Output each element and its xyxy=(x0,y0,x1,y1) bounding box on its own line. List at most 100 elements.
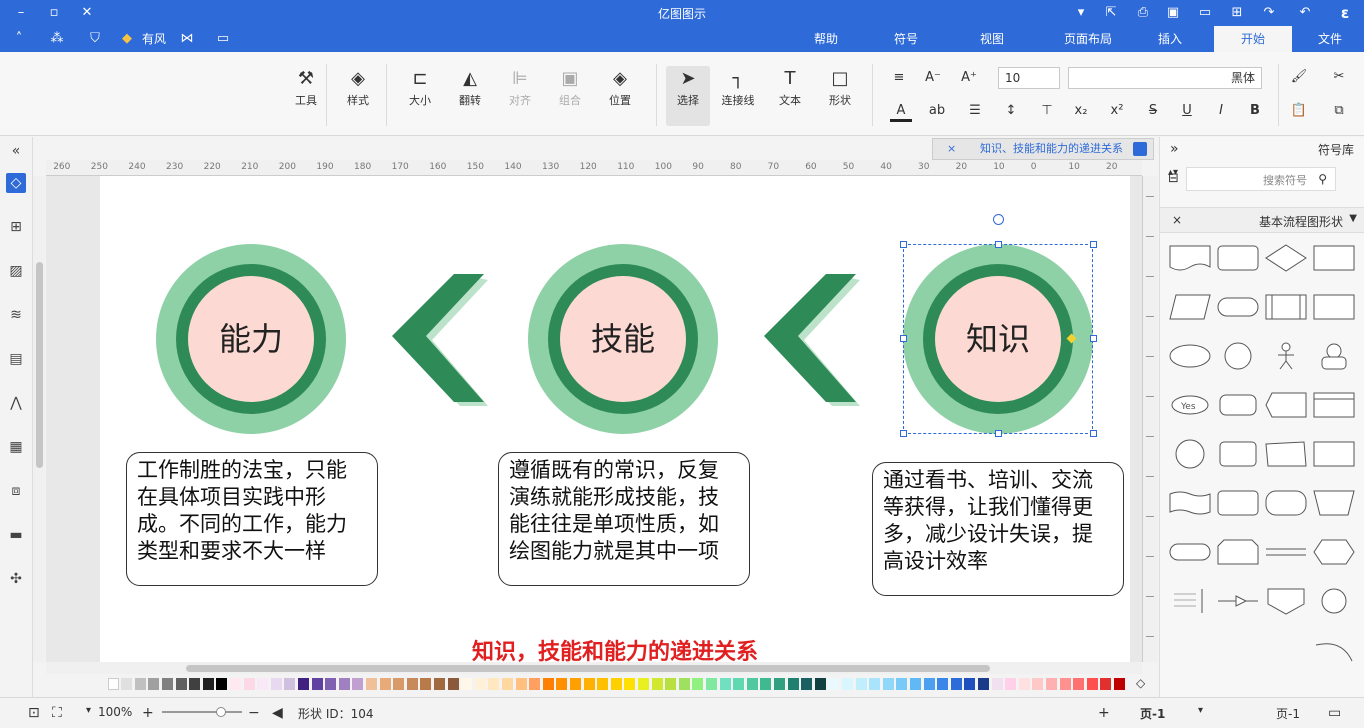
share-icon[interactable]: ⋈ xyxy=(178,30,196,48)
close-section-icon[interactable]: × xyxy=(1172,213,1182,227)
color-swatch[interactable] xyxy=(651,678,663,690)
flip-button[interactable]: ◭ 翻转 xyxy=(448,66,492,126)
brand-label[interactable]: 有风 xyxy=(136,26,172,52)
document-tab[interactable]: × 知识、技能和能力的递进关系 xyxy=(932,138,1154,160)
close-icon[interactable]: ✕ xyxy=(78,4,96,22)
color-swatch[interactable] xyxy=(787,678,799,690)
color-swatch[interactable] xyxy=(529,678,541,690)
resize-handle[interactable] xyxy=(995,241,1002,248)
color-swatch[interactable] xyxy=(733,678,745,690)
circle-skill[interactable]: 技能 xyxy=(528,244,718,434)
resize-handle[interactable] xyxy=(900,241,907,248)
library-shape[interactable] xyxy=(1168,586,1212,616)
library-shape[interactable] xyxy=(1312,341,1356,371)
library-shape[interactable] xyxy=(1168,537,1212,567)
color-swatch[interactable] xyxy=(896,678,908,690)
color-swatch[interactable] xyxy=(474,678,486,690)
page-selector[interactable]: 页-1 xyxy=(1276,705,1300,722)
color-swatch[interactable] xyxy=(814,678,826,690)
comment-icon[interactable]: ▭ xyxy=(214,30,232,48)
collapse-ribbon-icon[interactable]: ˄ xyxy=(10,30,28,48)
color-swatch[interactable] xyxy=(964,678,976,690)
superscript-icon[interactable]: x² xyxy=(1106,100,1128,122)
drawing-canvas[interactable]: 知识 技能 能力 通过看书、培训、交流等获得，让我们懂得更多，减少设计失误，提高… xyxy=(46,176,1142,662)
italic-icon[interactable]: I xyxy=(1210,100,1232,122)
group-button[interactable]: ▣ 组合 xyxy=(548,66,592,126)
tools-button[interactable]: ⚒ 工具 xyxy=(284,66,328,126)
fill-color-icon[interactable]: ◇ xyxy=(1136,676,1145,690)
copy-icon[interactable]: ⧉ xyxy=(1328,100,1350,122)
text-button[interactable]: T 文本 xyxy=(768,66,812,126)
library-shape[interactable] xyxy=(1264,341,1308,371)
bullets-icon[interactable]: ☰ xyxy=(964,100,986,122)
library-shape[interactable] xyxy=(1264,390,1308,420)
crown-icon[interactable]: ◆ xyxy=(118,30,136,48)
page-tab[interactable]: 页-1 xyxy=(1140,705,1165,722)
library-shape[interactable] xyxy=(1312,488,1356,518)
color-swatch[interactable] xyxy=(937,678,949,690)
resize-handle[interactable] xyxy=(1090,241,1097,248)
line-spacing-icon[interactable]: ↕ xyxy=(1000,100,1022,122)
color-swatch[interactable] xyxy=(1059,678,1071,690)
resize-handle[interactable] xyxy=(995,430,1002,437)
image-icon[interactable]: ▨ xyxy=(6,261,26,281)
menu-help[interactable]: 帮助 xyxy=(796,26,856,52)
color-swatch[interactable] xyxy=(257,678,269,690)
menu-file[interactable]: 文件 xyxy=(1305,26,1355,52)
color-swatch[interactable] xyxy=(855,678,867,690)
library-shape[interactable] xyxy=(1312,537,1356,567)
shrink-font-icon[interactable]: A⁻ xyxy=(922,67,944,89)
color-swatch[interactable] xyxy=(991,678,1003,690)
color-swatch[interactable] xyxy=(325,678,337,690)
highlight-icon[interactable]: ab xyxy=(926,100,948,122)
color-swatch[interactable] xyxy=(189,678,201,690)
color-swatch[interactable] xyxy=(882,678,894,690)
connector-button[interactable]: ┐ 连接线 xyxy=(716,66,760,126)
color-swatch[interactable] xyxy=(311,678,323,690)
color-swatch[interactable] xyxy=(270,678,282,690)
color-swatch[interactable] xyxy=(202,678,214,690)
color-swatch[interactable] xyxy=(121,678,133,690)
color-swatch[interactable] xyxy=(1114,678,1125,690)
color-swatch[interactable] xyxy=(162,678,173,690)
bold-icon[interactable]: B xyxy=(1244,100,1266,122)
chevron-arrow-2[interactable] xyxy=(388,270,488,410)
zoom-slider[interactable] xyxy=(162,711,242,713)
color-swatch[interactable] xyxy=(107,678,119,690)
library-shape[interactable] xyxy=(1216,292,1260,322)
color-swatch[interactable] xyxy=(597,678,609,690)
color-swatch[interactable] xyxy=(148,678,160,690)
color-swatch[interactable] xyxy=(515,678,527,690)
color-swatch[interactable] xyxy=(828,678,840,690)
menu-insert[interactable]: 插入 xyxy=(1140,26,1200,52)
font-color-icon[interactable]: A xyxy=(890,100,912,122)
color-swatch[interactable] xyxy=(583,678,595,690)
library-shape[interactable] xyxy=(1264,537,1308,567)
size-button[interactable]: ⊏ 大小 xyxy=(398,66,442,126)
menu-symbol[interactable]: 符号 xyxy=(876,26,936,52)
page-icon[interactable]: ▤ xyxy=(6,349,26,369)
paste-icon[interactable]: 📋 xyxy=(1288,100,1310,122)
library-shape[interactable] xyxy=(1264,488,1308,518)
color-swatch[interactable] xyxy=(570,678,581,690)
library-shape[interactable] xyxy=(1264,243,1308,273)
library-section-header[interactable]: × 基本流程图形状 ▼ xyxy=(1160,207,1364,233)
text-box-ability[interactable]: 工作制胜的法宝，只能在具体项目实践中形成。不同的工作，能力类型和要求不大一样 xyxy=(126,452,378,586)
resize-handle[interactable] xyxy=(1090,335,1097,342)
color-swatch[interactable] xyxy=(502,678,513,690)
color-swatch[interactable] xyxy=(706,678,717,690)
library-shape[interactable] xyxy=(1312,586,1356,616)
color-swatch[interactable] xyxy=(134,678,146,690)
page-dropdown-icon[interactable]: ▾ xyxy=(1198,705,1203,716)
library-shape[interactable]: Yes xyxy=(1168,390,1212,420)
library-shape[interactable] xyxy=(1264,292,1308,322)
color-swatch[interactable] xyxy=(978,678,989,690)
color-swatch[interactable] xyxy=(1032,678,1044,690)
color-swatch[interactable] xyxy=(1100,678,1112,690)
color-swatch[interactable] xyxy=(406,678,418,690)
library-shape[interactable] xyxy=(1312,243,1356,273)
color-swatch[interactable] xyxy=(420,678,432,690)
color-swatch[interactable] xyxy=(801,678,813,690)
color-swatch[interactable] xyxy=(542,678,554,690)
color-swatch[interactable] xyxy=(610,678,622,690)
